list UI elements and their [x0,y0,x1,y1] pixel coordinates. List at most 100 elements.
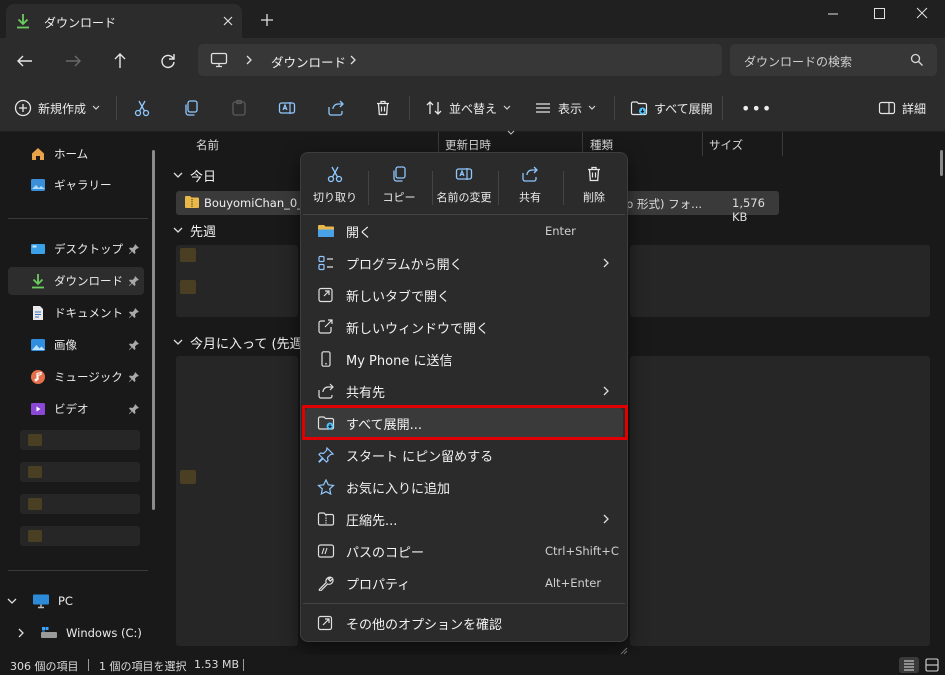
sidebar-item-downloads[interactable]: ダウンロード [8,267,144,295]
rename-icon [455,165,473,183]
sort-button[interactable]: 並べ替え [425,84,511,132]
new-label: 新規作成 [38,101,87,116]
close-window-button[interactable] [899,2,945,26]
context-share-button[interactable]: 共有 [498,161,562,213]
paste-icon [232,99,246,116]
menu-item-label: 共有先 [346,385,386,401]
chevron-down-icon[interactable] [6,596,18,606]
desktop-icon [30,241,46,257]
menu-item-shortcut: Ctrl+Shift+C [545,544,619,558]
menu-item-open[interactable]: 開く Enter [305,216,623,246]
menu-item-send-to-phone[interactable]: My Phone に送信 [305,344,623,374]
sidebar-label: デスクトップ [54,242,123,256]
new-tab-icon[interactable] [258,11,276,29]
column-header-size[interactable]: サイズ [709,132,743,156]
highlight-annotation-box [302,405,628,440]
forward-button[interactable] [62,50,84,72]
details-view-icon[interactable] [899,657,919,673]
pin-icon[interactable] [128,307,140,319]
sidebar-item-pc[interactable]: PC [4,587,140,615]
tab-close-icon[interactable] [220,13,236,29]
copy-icon [390,165,408,183]
sidebar-item-music[interactable]: ミュージック [8,363,144,391]
tab-downloads[interactable]: ダウンロード [6,4,242,38]
view-button[interactable]: 表示 [534,84,596,132]
group-header-last-week[interactable]: 先週 [172,218,216,242]
sidebar-item-windows-drive[interactable]: Windows (C:) [14,619,154,647]
blurred-rows [630,356,930,646]
context-delete-button[interactable]: 削除 [562,161,626,213]
folder-open-icon [317,223,335,239]
sidebar-item-desktop[interactable]: デスクトップ [8,235,144,263]
group-label: 今日 [190,169,217,185]
menu-item-more-options[interactable]: その他のオプションを確認 [305,608,623,638]
wrench-icon [317,575,335,591]
new-button[interactable]: 新規作成 [14,84,100,132]
group-header-today[interactable]: 今日 [172,163,216,187]
sidebar-scrollbar[interactable] [152,150,155,510]
group-header-this-month[interactable]: 今月に入って (先週 [172,330,303,354]
breadcrumb-downloads[interactable]: ダウンロード [271,52,346,71]
refresh-button[interactable] [157,50,179,72]
column-separator[interactable] [782,132,783,156]
sidebar-item-documents[interactable]: ドキュメント [8,299,144,327]
pin-icon[interactable] [128,371,140,383]
context-rename-button[interactable]: 名前の変更 [431,161,497,213]
back-button[interactable] [14,50,36,72]
maximize-button[interactable] [856,2,902,26]
context-cut-button[interactable]: 切り取り [303,161,367,213]
sidebar-item-home[interactable]: ホーム [8,140,144,168]
share-icon [521,165,539,183]
file-list-scrollbar[interactable] [940,150,943,176]
breadcrumb-chevron-icon[interactable] [244,54,254,66]
sidebar-item-videos[interactable]: ビデオ [8,395,144,423]
column-header-name[interactable]: 名前 [196,132,219,156]
cut-button[interactable] [133,84,151,132]
search-placeholder: ダウンロードの検索 [744,55,853,69]
menu-item-copy-path[interactable]: パスのコピー Ctrl+Shift+C [305,536,623,566]
up-button[interactable] [109,50,131,72]
pin-icon[interactable] [128,339,140,351]
copy-icon [185,100,198,116]
trash-icon [377,100,389,116]
tiles-view-icon[interactable] [922,657,942,673]
sidebar-label: ビデオ [54,402,89,416]
pin-icon[interactable] [128,275,140,287]
extract-all-button[interactable]: すべて展開 [630,84,713,132]
details-button[interactable]: 詳細 [878,84,926,132]
context-copy-button[interactable]: コピー [367,161,431,213]
menu-item-open-with[interactable]: プログラムから開く [305,248,623,278]
music-icon [30,369,46,385]
menu-item-properties[interactable]: プロパティ Alt+Enter [305,568,623,598]
rename-button[interactable] [278,84,296,132]
new-tab-open-icon [317,287,335,303]
menu-item-add-favorites[interactable]: お気に入りに追加 [305,472,623,502]
trash-icon [585,165,603,183]
pin-icon[interactable] [128,403,140,415]
menu-item-compress-to[interactable]: 圧縮先... [305,504,623,534]
copy-path-icon [317,543,335,559]
qa-label: コピー [382,191,416,204]
delete-button[interactable] [374,84,392,132]
sidebar-item-gallery[interactable]: ギャラリー [8,171,144,199]
menu-item-open-new-window[interactable]: 新しいウィンドウで開く [305,312,623,342]
paste-button[interactable] [230,84,248,132]
copy-button[interactable] [182,84,200,132]
minimize-button[interactable] [810,2,856,26]
pin-icon[interactable] [128,243,140,255]
group-label: 今月に入って (先週 [190,336,303,352]
menu-divider [303,603,625,604]
qa-label: 名前の変更 [436,191,492,204]
more-options-icon[interactable]: ••• [741,84,772,132]
menu-item-pin-start[interactable]: スタート にピン留めする [305,440,623,470]
breadcrumb-expand-chevron-icon[interactable] [348,54,358,66]
column-separator[interactable] [702,132,703,156]
menu-item-open-new-tab[interactable]: 新しいタブで開く [305,280,623,310]
share-button[interactable] [327,84,345,132]
chevron-right-icon[interactable] [16,627,26,639]
search-box[interactable]: ダウンロードの検索 [730,44,937,76]
menu-item-share-to[interactable]: 共有先 [305,376,623,406]
address-bar[interactable]: ダウンロード [198,44,722,76]
chevron-down-icon [588,105,596,111]
sidebar-item-pictures[interactable]: 画像 [8,331,144,359]
